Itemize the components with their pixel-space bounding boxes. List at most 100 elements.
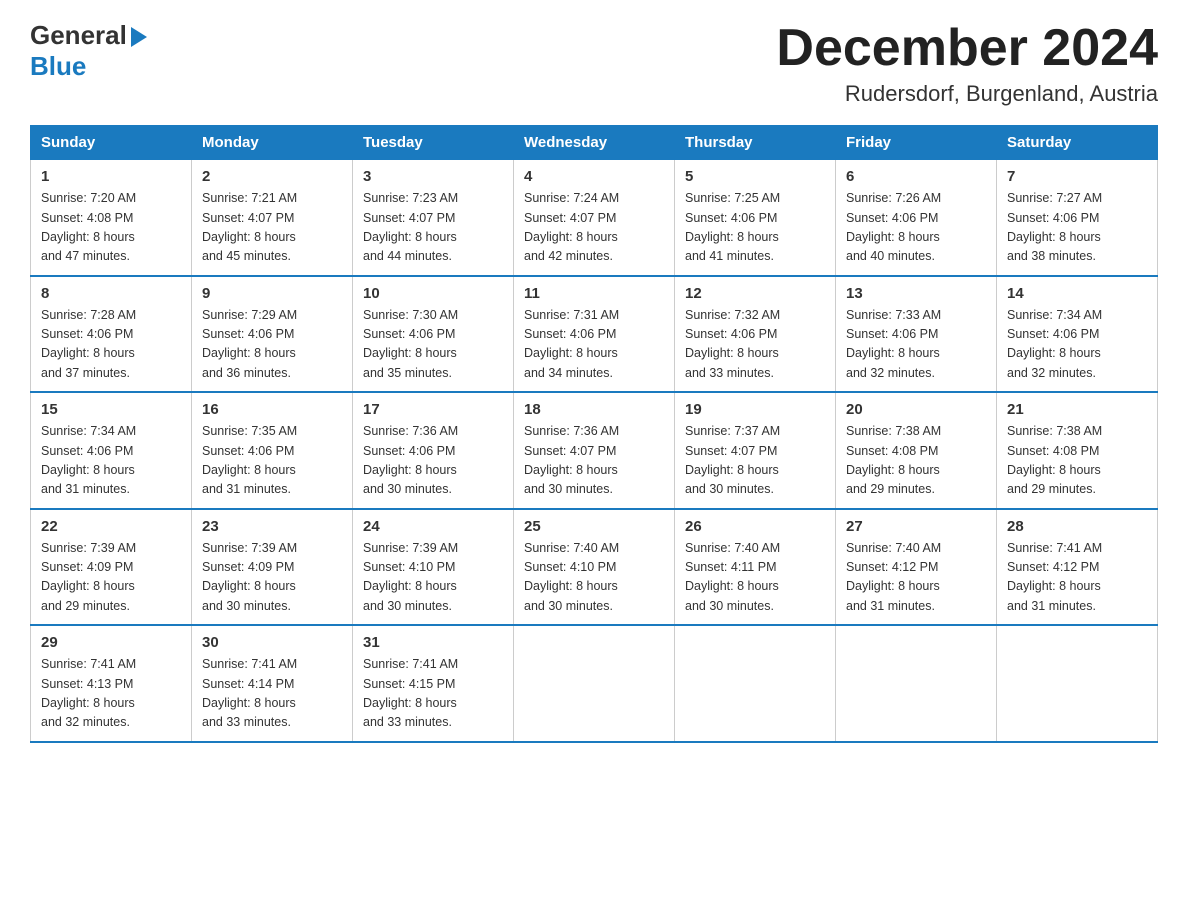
table-row [836, 625, 997, 742]
table-row: 7 Sunrise: 7:27 AMSunset: 4:06 PMDayligh… [997, 160, 1158, 276]
day-info: Sunrise: 7:34 AMSunset: 4:06 PMDaylight:… [41, 424, 136, 496]
day-info: Sunrise: 7:40 AMSunset: 4:11 PMDaylight:… [685, 541, 780, 613]
day-number: 18 [524, 401, 664, 418]
logo-arrow-icon [131, 27, 147, 47]
day-number: 1 [41, 168, 181, 185]
col-monday: Monday [192, 126, 353, 160]
day-number: 13 [846, 285, 986, 302]
calendar-week-row: 22 Sunrise: 7:39 AMSunset: 4:09 PMDaylig… [31, 509, 1158, 626]
month-title: December 2024 [776, 20, 1158, 77]
table-row [997, 625, 1158, 742]
day-info: Sunrise: 7:40 AMSunset: 4:10 PMDaylight:… [524, 541, 619, 613]
calendar-header-row: Sunday Monday Tuesday Wednesday Thursday… [31, 126, 1158, 160]
day-info: Sunrise: 7:24 AMSunset: 4:07 PMDaylight:… [524, 191, 619, 263]
day-number: 14 [1007, 285, 1147, 302]
table-row: 19 Sunrise: 7:37 AMSunset: 4:07 PMDaylig… [675, 392, 836, 509]
logo: General Blue [30, 20, 147, 82]
day-number: 21 [1007, 401, 1147, 418]
table-row: 22 Sunrise: 7:39 AMSunset: 4:09 PMDaylig… [31, 509, 192, 626]
table-row: 27 Sunrise: 7:40 AMSunset: 4:12 PMDaylig… [836, 509, 997, 626]
calendar-week-row: 8 Sunrise: 7:28 AMSunset: 4:06 PMDayligh… [31, 276, 1158, 393]
table-row: 16 Sunrise: 7:35 AMSunset: 4:06 PMDaylig… [192, 392, 353, 509]
day-info: Sunrise: 7:33 AMSunset: 4:06 PMDaylight:… [846, 308, 941, 380]
day-info: Sunrise: 7:41 AMSunset: 4:13 PMDaylight:… [41, 657, 136, 729]
table-row: 14 Sunrise: 7:34 AMSunset: 4:06 PMDaylig… [997, 276, 1158, 393]
table-row: 12 Sunrise: 7:32 AMSunset: 4:06 PMDaylig… [675, 276, 836, 393]
day-number: 26 [685, 518, 825, 535]
day-info: Sunrise: 7:29 AMSunset: 4:06 PMDaylight:… [202, 308, 297, 380]
table-row: 4 Sunrise: 7:24 AMSunset: 4:07 PMDayligh… [514, 160, 675, 276]
col-tuesday: Tuesday [353, 126, 514, 160]
day-info: Sunrise: 7:26 AMSunset: 4:06 PMDaylight:… [846, 191, 941, 263]
day-number: 31 [363, 634, 503, 651]
day-info: Sunrise: 7:39 AMSunset: 4:10 PMDaylight:… [363, 541, 458, 613]
table-row: 5 Sunrise: 7:25 AMSunset: 4:06 PMDayligh… [675, 160, 836, 276]
day-info: Sunrise: 7:38 AMSunset: 4:08 PMDaylight:… [846, 424, 941, 496]
day-number: 28 [1007, 518, 1147, 535]
day-number: 19 [685, 401, 825, 418]
table-row: 24 Sunrise: 7:39 AMSunset: 4:10 PMDaylig… [353, 509, 514, 626]
day-number: 10 [363, 285, 503, 302]
table-row [514, 625, 675, 742]
day-info: Sunrise: 7:20 AMSunset: 4:08 PMDaylight:… [41, 191, 136, 263]
day-number: 15 [41, 401, 181, 418]
day-number: 27 [846, 518, 986, 535]
table-row: 31 Sunrise: 7:41 AMSunset: 4:15 PMDaylig… [353, 625, 514, 742]
day-number: 2 [202, 168, 342, 185]
day-info: Sunrise: 7:39 AMSunset: 4:09 PMDaylight:… [202, 541, 297, 613]
day-number: 30 [202, 634, 342, 651]
calendar-week-row: 15 Sunrise: 7:34 AMSunset: 4:06 PMDaylig… [31, 392, 1158, 509]
table-row: 21 Sunrise: 7:38 AMSunset: 4:08 PMDaylig… [997, 392, 1158, 509]
day-number: 7 [1007, 168, 1147, 185]
day-number: 23 [202, 518, 342, 535]
day-number: 4 [524, 168, 664, 185]
col-saturday: Saturday [997, 126, 1158, 160]
table-row: 8 Sunrise: 7:28 AMSunset: 4:06 PMDayligh… [31, 276, 192, 393]
table-row: 15 Sunrise: 7:34 AMSunset: 4:06 PMDaylig… [31, 392, 192, 509]
day-number: 5 [685, 168, 825, 185]
day-number: 16 [202, 401, 342, 418]
table-row: 23 Sunrise: 7:39 AMSunset: 4:09 PMDaylig… [192, 509, 353, 626]
day-number: 3 [363, 168, 503, 185]
table-row: 13 Sunrise: 7:33 AMSunset: 4:06 PMDaylig… [836, 276, 997, 393]
day-info: Sunrise: 7:37 AMSunset: 4:07 PMDaylight:… [685, 424, 780, 496]
day-info: Sunrise: 7:31 AMSunset: 4:06 PMDaylight:… [524, 308, 619, 380]
day-info: Sunrise: 7:41 AMSunset: 4:12 PMDaylight:… [1007, 541, 1102, 613]
day-info: Sunrise: 7:36 AMSunset: 4:07 PMDaylight:… [524, 424, 619, 496]
day-info: Sunrise: 7:32 AMSunset: 4:06 PMDaylight:… [685, 308, 780, 380]
day-info: Sunrise: 7:36 AMSunset: 4:06 PMDaylight:… [363, 424, 458, 496]
day-info: Sunrise: 7:35 AMSunset: 4:06 PMDaylight:… [202, 424, 297, 496]
day-info: Sunrise: 7:41 AMSunset: 4:14 PMDaylight:… [202, 657, 297, 729]
day-number: 22 [41, 518, 181, 535]
day-number: 6 [846, 168, 986, 185]
table-row: 20 Sunrise: 7:38 AMSunset: 4:08 PMDaylig… [836, 392, 997, 509]
day-info: Sunrise: 7:27 AMSunset: 4:06 PMDaylight:… [1007, 191, 1102, 263]
table-row: 25 Sunrise: 7:40 AMSunset: 4:10 PMDaylig… [514, 509, 675, 626]
location-label: Rudersdorf, Burgenland, Austria [776, 81, 1158, 107]
day-info: Sunrise: 7:30 AMSunset: 4:06 PMDaylight:… [363, 308, 458, 380]
col-sunday: Sunday [31, 126, 192, 160]
table-row: 28 Sunrise: 7:41 AMSunset: 4:12 PMDaylig… [997, 509, 1158, 626]
table-row: 17 Sunrise: 7:36 AMSunset: 4:06 PMDaylig… [353, 392, 514, 509]
day-info: Sunrise: 7:21 AMSunset: 4:07 PMDaylight:… [202, 191, 297, 263]
table-row: 6 Sunrise: 7:26 AMSunset: 4:06 PMDayligh… [836, 160, 997, 276]
day-info: Sunrise: 7:39 AMSunset: 4:09 PMDaylight:… [41, 541, 136, 613]
table-row [675, 625, 836, 742]
day-info: Sunrise: 7:41 AMSunset: 4:15 PMDaylight:… [363, 657, 458, 729]
day-number: 8 [41, 285, 181, 302]
day-info: Sunrise: 7:28 AMSunset: 4:06 PMDaylight:… [41, 308, 136, 380]
table-row: 30 Sunrise: 7:41 AMSunset: 4:14 PMDaylig… [192, 625, 353, 742]
day-info: Sunrise: 7:40 AMSunset: 4:12 PMDaylight:… [846, 541, 941, 613]
table-row: 26 Sunrise: 7:40 AMSunset: 4:11 PMDaylig… [675, 509, 836, 626]
col-thursday: Thursday [675, 126, 836, 160]
day-number: 17 [363, 401, 503, 418]
day-number: 11 [524, 285, 664, 302]
logo-blue-text: Blue [30, 51, 86, 82]
calendar-table: Sunday Monday Tuesday Wednesday Thursday… [30, 125, 1158, 743]
day-number: 12 [685, 285, 825, 302]
table-row: 11 Sunrise: 7:31 AMSunset: 4:06 PMDaylig… [514, 276, 675, 393]
table-row: 10 Sunrise: 7:30 AMSunset: 4:06 PMDaylig… [353, 276, 514, 393]
table-row: 3 Sunrise: 7:23 AMSunset: 4:07 PMDayligh… [353, 160, 514, 276]
table-row: 2 Sunrise: 7:21 AMSunset: 4:07 PMDayligh… [192, 160, 353, 276]
day-number: 24 [363, 518, 503, 535]
